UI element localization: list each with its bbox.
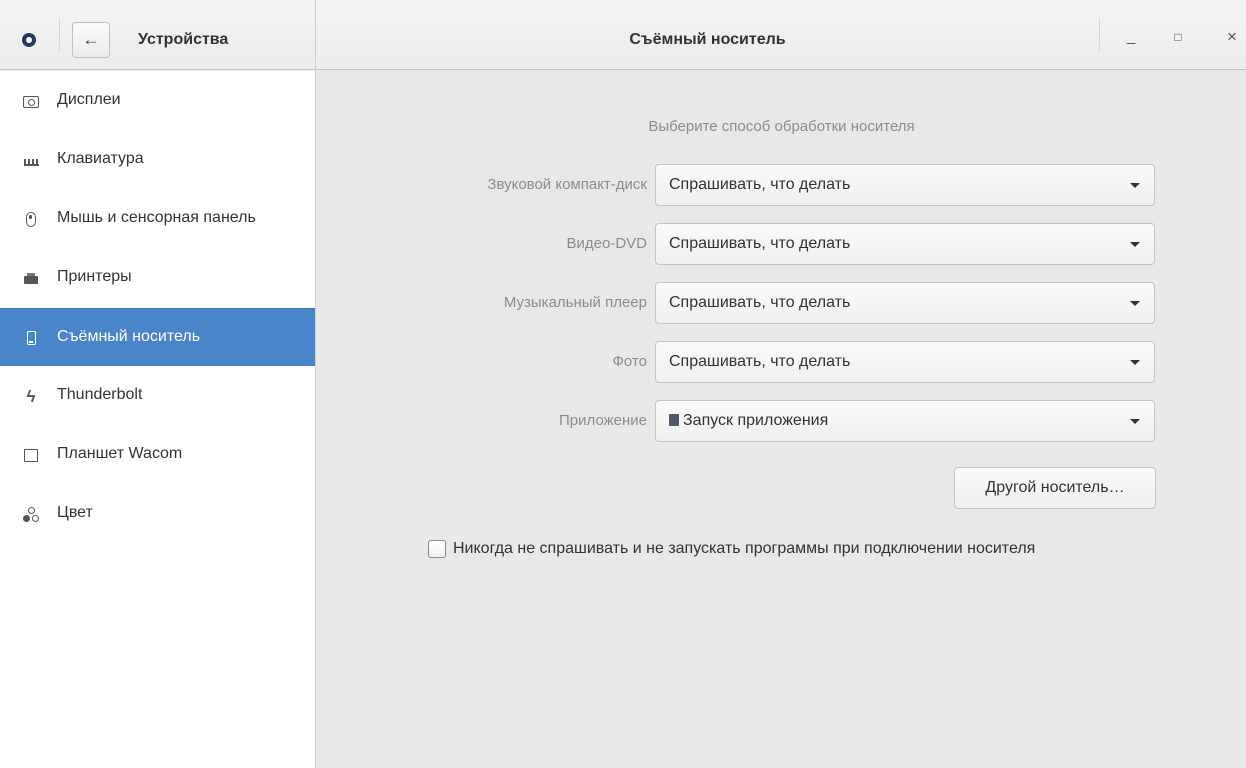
header-divider bbox=[59, 18, 60, 52]
combo-value: Спрашивать, что делать bbox=[669, 176, 851, 193]
sidebar-item-label: Цвет bbox=[57, 504, 93, 521]
sidebar-item-label: Thunderbolt bbox=[57, 386, 143, 403]
sidebar-item-label: Планшет Wacom bbox=[57, 445, 183, 462]
dropdown-arrow-icon bbox=[1130, 419, 1140, 424]
combo-value-text: Запуск приложения bbox=[683, 412, 829, 429]
section-heading: Выберите способ обработки носителя bbox=[648, 118, 915, 135]
sidebar-item-color[interactable]: Цвет bbox=[0, 485, 315, 543]
display-icon bbox=[23, 94, 39, 110]
sidebar-item-label: Клавиатура bbox=[57, 150, 144, 167]
audio-cd-label: Звуковой компакт-диск bbox=[487, 176, 647, 193]
minimize-button[interactable]: _ bbox=[1120, 26, 1142, 48]
dropdown-arrow-icon bbox=[1130, 242, 1140, 247]
other-media-button[interactable]: Другой носитель… bbox=[954, 467, 1156, 509]
video-dvd-combo[interactable]: Спрашивать, что делать bbox=[655, 223, 1155, 265]
sidebar: Дисплеи Клавиатура Мышь и сенсорная пане… bbox=[0, 71, 316, 768]
keyboard-icon bbox=[23, 153, 39, 169]
combo-value: Спрашивать, что делать bbox=[669, 235, 851, 252]
removable-media-icon bbox=[23, 331, 39, 347]
back-arrow-icon: ← bbox=[82, 30, 100, 49]
sidebar-item-label: Мышь и сенсорная панель bbox=[57, 209, 256, 226]
photos-label: Фото bbox=[612, 353, 647, 370]
sidebar-item-printers[interactable]: Принтеры bbox=[0, 249, 315, 307]
header-divider-right bbox=[1099, 18, 1100, 52]
software-label: Приложение bbox=[559, 412, 647, 429]
maximize-button[interactable]: □ bbox=[1167, 26, 1189, 48]
application-icon bbox=[669, 414, 679, 426]
combo-value: Запуск приложения bbox=[669, 412, 828, 430]
settings-app-icon[interactable] bbox=[22, 33, 36, 47]
combo-value: Спрашивать, что делать bbox=[669, 353, 851, 370]
sidebar-item-displays[interactable]: Дисплеи bbox=[0, 72, 315, 130]
page-title: Съёмный носитель bbox=[629, 31, 786, 48]
header-bar: ← Устройства Съёмный носитель _ □ × bbox=[0, 0, 1246, 70]
sidebar-item-thunderbolt[interactable]: ϟ Thunderbolt bbox=[0, 367, 315, 425]
back-button[interactable]: ← bbox=[72, 22, 110, 58]
sidebar-item-label: Съёмный носитель bbox=[57, 328, 201, 345]
never-ask-checkbox[interactable] bbox=[428, 540, 446, 558]
sidebar-item-keyboard[interactable]: Клавиатура bbox=[0, 131, 315, 189]
photos-combo[interactable]: Спрашивать, что делать bbox=[655, 341, 1155, 383]
color-icon bbox=[23, 507, 39, 523]
thunderbolt-icon: ϟ bbox=[26, 387, 36, 406]
dropdown-arrow-icon bbox=[1130, 183, 1140, 188]
sidebar-item-wacom-tablet[interactable]: Планшет Wacom bbox=[0, 426, 315, 484]
never-ask-label[interactable]: Никогда не спрашивать и не запускать про… bbox=[453, 540, 1035, 558]
dropdown-arrow-icon bbox=[1130, 360, 1140, 365]
dropdown-arrow-icon bbox=[1130, 301, 1140, 306]
printer-icon bbox=[23, 271, 39, 287]
close-button[interactable]: × bbox=[1221, 26, 1243, 48]
audio-cd-combo[interactable]: Спрашивать, что делать bbox=[655, 164, 1155, 206]
combo-value: Спрашивать, что делать bbox=[669, 294, 851, 311]
sidebar-item-label: Принтеры bbox=[57, 268, 132, 285]
software-combo[interactable]: Запуск приложения bbox=[655, 400, 1155, 442]
sidebar-item-label: Дисплеи bbox=[57, 91, 121, 108]
sidebar-item-mouse-touchpad[interactable]: Мышь и сенсорная панель bbox=[0, 190, 315, 248]
panel-title: Устройства bbox=[138, 31, 229, 48]
mouse-icon bbox=[23, 212, 39, 228]
sidebar-item-removable-media[interactable]: Съёмный носитель bbox=[0, 308, 315, 366]
wacom-tablet-icon bbox=[23, 448, 39, 464]
main-content: Выберите способ обработки носителя Звуко… bbox=[317, 71, 1246, 768]
music-player-combo[interactable]: Спрашивать, что делать bbox=[655, 282, 1155, 324]
video-dvd-label: Видео-DVD bbox=[566, 235, 648, 252]
header-left-pane: ← Устройства bbox=[0, 0, 316, 70]
music-player-label: Музыкальный плеер bbox=[503, 294, 647, 311]
